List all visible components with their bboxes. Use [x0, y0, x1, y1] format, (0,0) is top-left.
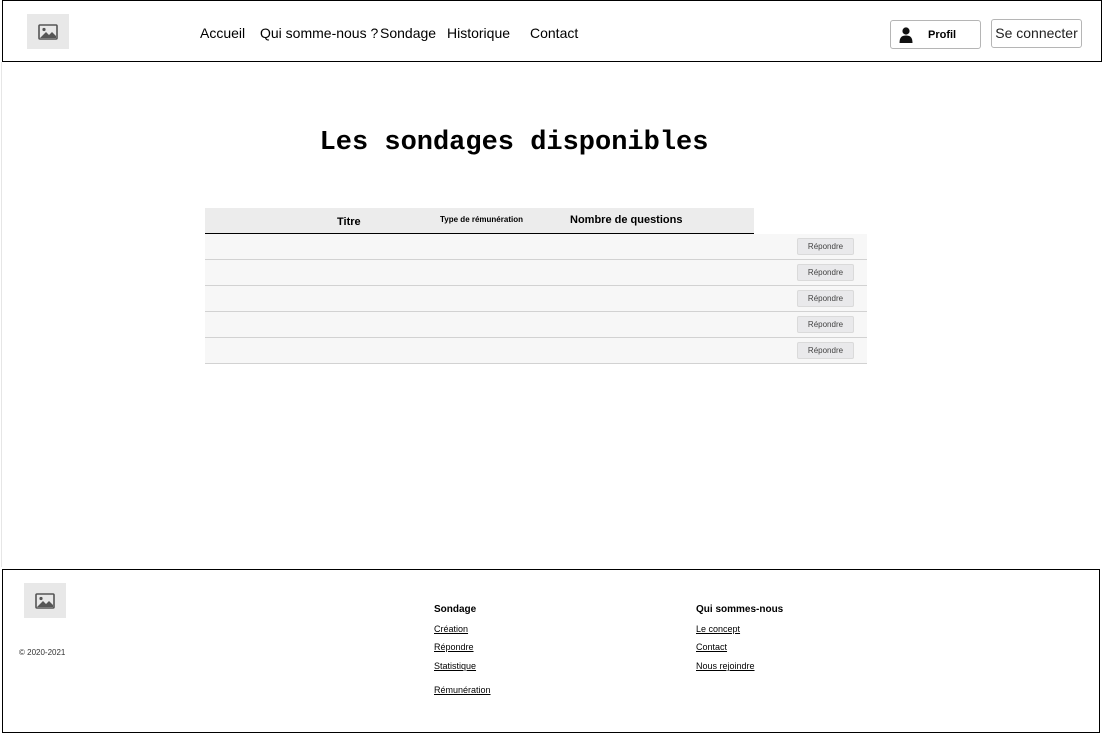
- table-row: Répondre: [205, 338, 867, 364]
- footer-link-remuneration[interactable]: Rémunération: [434, 685, 491, 695]
- survey-table-body: Répondre Répondre Répondre Répondre Répo…: [205, 234, 867, 364]
- answer-button[interactable]: Répondre: [797, 238, 854, 255]
- nav-sondage[interactable]: Sondage: [380, 25, 436, 41]
- footer-link-repondre[interactable]: Répondre: [434, 642, 474, 652]
- footer-link-contact[interactable]: Contact: [696, 642, 727, 652]
- footer-link-nous-rejoindre[interactable]: Nous rejoindre: [696, 661, 755, 671]
- footer-sondage-title: Sondage: [434, 604, 477, 615]
- answer-button[interactable]: Répondre: [797, 290, 854, 307]
- answer-button[interactable]: Répondre: [797, 316, 854, 333]
- profile-button[interactable]: Profil: [890, 20, 981, 49]
- table-header: Titre Type de rémunération Nombre de que…: [205, 208, 754, 234]
- footer-logo[interactable]: [24, 583, 66, 618]
- column-header-remuneration: Type de rémunération: [440, 215, 523, 224]
- footer-qui-sommes-nous-title: Qui sommes-nous: [696, 604, 784, 615]
- nav-contact[interactable]: Contact: [530, 25, 578, 41]
- footer-link-creation[interactable]: Création: [434, 624, 468, 634]
- table-row: Répondre: [205, 260, 867, 286]
- table-row: Répondre: [205, 312, 867, 338]
- login-button[interactable]: Se connecter: [991, 19, 1082, 48]
- footer-link-le-concept[interactable]: Le concept: [696, 624, 740, 634]
- nav-accueil[interactable]: Accueil: [200, 25, 245, 41]
- image-icon: [38, 23, 58, 40]
- header: Accueil Qui somme-nous ? Sondage Histori…: [2, 0, 1102, 62]
- footer-link-statistique[interactable]: Statistique: [434, 661, 476, 671]
- nav-qui-sommes-nous[interactable]: Qui somme-nous ?: [260, 25, 378, 41]
- image-icon: [35, 592, 55, 609]
- user-icon: [899, 26, 913, 43]
- page-title: Les sondages disponibles: [319, 128, 709, 158]
- profile-label: Profil: [928, 28, 957, 41]
- column-header-questions: Nombre de questions: [570, 214, 683, 226]
- nav-historique[interactable]: Historique: [447, 25, 510, 41]
- header-logo[interactable]: [27, 14, 69, 49]
- answer-button[interactable]: Répondre: [797, 264, 854, 281]
- answer-button[interactable]: Répondre: [797, 342, 854, 359]
- column-header-titre: Titre: [337, 216, 361, 228]
- table-row: Répondre: [205, 286, 867, 312]
- copyright: © 2020-2021: [19, 648, 66, 657]
- footer: © 2020-2021 Sondage Création Répondre St…: [2, 569, 1100, 733]
- table-row: Répondre: [205, 234, 867, 260]
